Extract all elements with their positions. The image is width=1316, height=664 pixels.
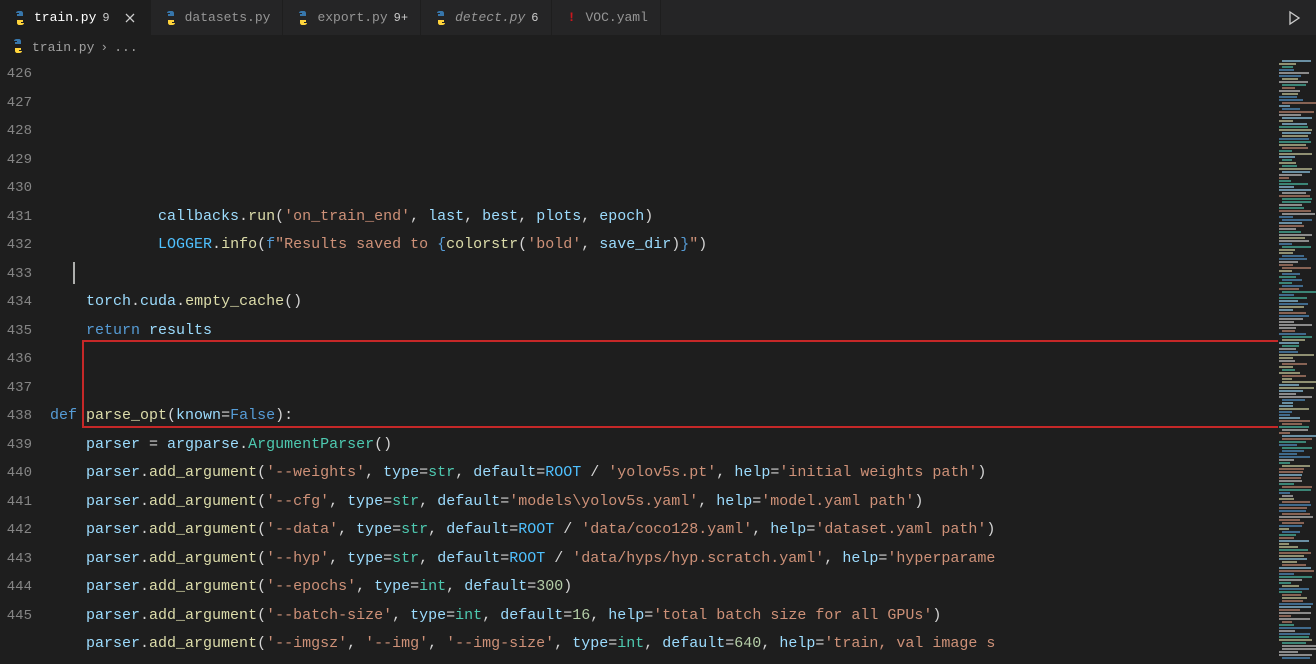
line-number[interactable]: 445 [0, 602, 32, 631]
tab-badge: 9+ [394, 11, 408, 25]
code-line[interactable]: parser.add_argument('--hyp', type=str, d… [50, 545, 1278, 574]
tab-filename: VOC.yaml [586, 10, 648, 25]
code-line[interactable]: parser.add_argument('--rect', action='st… [50, 659, 1278, 664]
python-icon [433, 10, 449, 26]
code-line[interactable] [50, 374, 1278, 403]
tabs-bar: train.py 9 datasets.py export.py 9+ detect.py… [0, 0, 1316, 35]
tab-badge: 6 [531, 11, 538, 25]
line-number[interactable]: 436 [0, 345, 32, 374]
line-number[interactable]: 432 [0, 231, 32, 260]
tab-datasets-py[interactable]: datasets.py [151, 0, 284, 35]
code-line[interactable] [50, 260, 1278, 289]
line-number[interactable]: 428 [0, 117, 32, 146]
line-number-gutter[interactable]: 4264274284294304314324334344354364374384… [0, 60, 50, 664]
editor-area: 4264274284294304314324334344354364374384… [0, 60, 1316, 664]
run-button[interactable] [1272, 0, 1316, 35]
code-line[interactable] [50, 345, 1278, 374]
python-icon [295, 10, 311, 26]
line-number[interactable]: 433 [0, 260, 32, 289]
line-number[interactable]: 443 [0, 545, 32, 574]
tab-train-py[interactable]: train.py 9 [0, 0, 151, 35]
python-icon [12, 10, 28, 26]
tab-export-py[interactable]: export.py 9+ [283, 0, 421, 35]
code-line[interactable]: return results [50, 317, 1278, 346]
line-number[interactable]: 439 [0, 431, 32, 460]
line-number[interactable]: 426 [0, 60, 32, 89]
breadcrumb-more[interactable]: ... [114, 40, 137, 55]
code-line[interactable]: parser.add_argument('--data', type=str, … [50, 516, 1278, 545]
code-line[interactable]: parser = argparse.ArgumentParser() [50, 431, 1278, 460]
code-line[interactable]: parser.add_argument('--batch-size', type… [50, 602, 1278, 631]
code-line[interactable]: torch.cuda.empty_cache() [50, 288, 1278, 317]
line-number[interactable]: 441 [0, 488, 32, 517]
code-line[interactable]: parser.add_argument('--epochs', type=int… [50, 573, 1278, 602]
tabs-container: train.py 9 datasets.py export.py 9+ detect.py… [0, 0, 661, 35]
line-number[interactable]: 431 [0, 203, 32, 232]
tab-VOC-yaml[interactable]: ! VOC.yaml [552, 0, 661, 35]
minimap[interactable] [1278, 60, 1316, 664]
line-number[interactable]: 435 [0, 317, 32, 346]
tab-filename: detect.py [455, 10, 525, 25]
code-line[interactable]: callbacks.run('on_train_end', last, best… [50, 203, 1278, 232]
tab-filename: train.py [34, 10, 96, 25]
python-icon [10, 38, 26, 58]
line-number[interactable]: 444 [0, 573, 32, 602]
tab-detect-py[interactable]: detect.py 6 [421, 0, 551, 35]
code-line[interactable]: parser.add_argument('--imgsz', '--img', … [50, 630, 1278, 659]
tab-filename: export.py [317, 10, 387, 25]
breadcrumb-file[interactable]: train.py [32, 40, 94, 55]
code-line[interactable]: def parse_opt(known=False): [50, 402, 1278, 431]
tab-filename: datasets.py [185, 10, 271, 25]
line-number[interactable]: 442 [0, 516, 32, 545]
code-line[interactable]: LOGGER.info(f"Results saved to {colorstr… [50, 231, 1278, 260]
line-number[interactable]: 437 [0, 374, 32, 403]
line-number[interactable]: 440 [0, 459, 32, 488]
line-number[interactable]: 430 [0, 174, 32, 203]
code-line[interactable]: parser.add_argument('--weights', type=st… [50, 459, 1278, 488]
line-number[interactable]: 434 [0, 288, 32, 317]
text-cursor [73, 262, 75, 284]
close-icon[interactable] [122, 10, 138, 26]
line-number[interactable]: 427 [0, 89, 32, 118]
breadcrumb[interactable]: train.py › ... [0, 35, 1316, 60]
play-icon [1286, 10, 1302, 26]
python-icon [163, 10, 179, 26]
breadcrumb-sep: › [100, 40, 108, 55]
code-editor[interactable]: callbacks.run('on_train_end', last, best… [50, 60, 1278, 664]
line-number[interactable]: 429 [0, 146, 32, 175]
tab-badge: 9 [102, 11, 109, 25]
code-line[interactable]: parser.add_argument('--cfg', type=str, d… [50, 488, 1278, 517]
yaml-icon: ! [564, 10, 580, 26]
line-number[interactable]: 438 [0, 402, 32, 431]
